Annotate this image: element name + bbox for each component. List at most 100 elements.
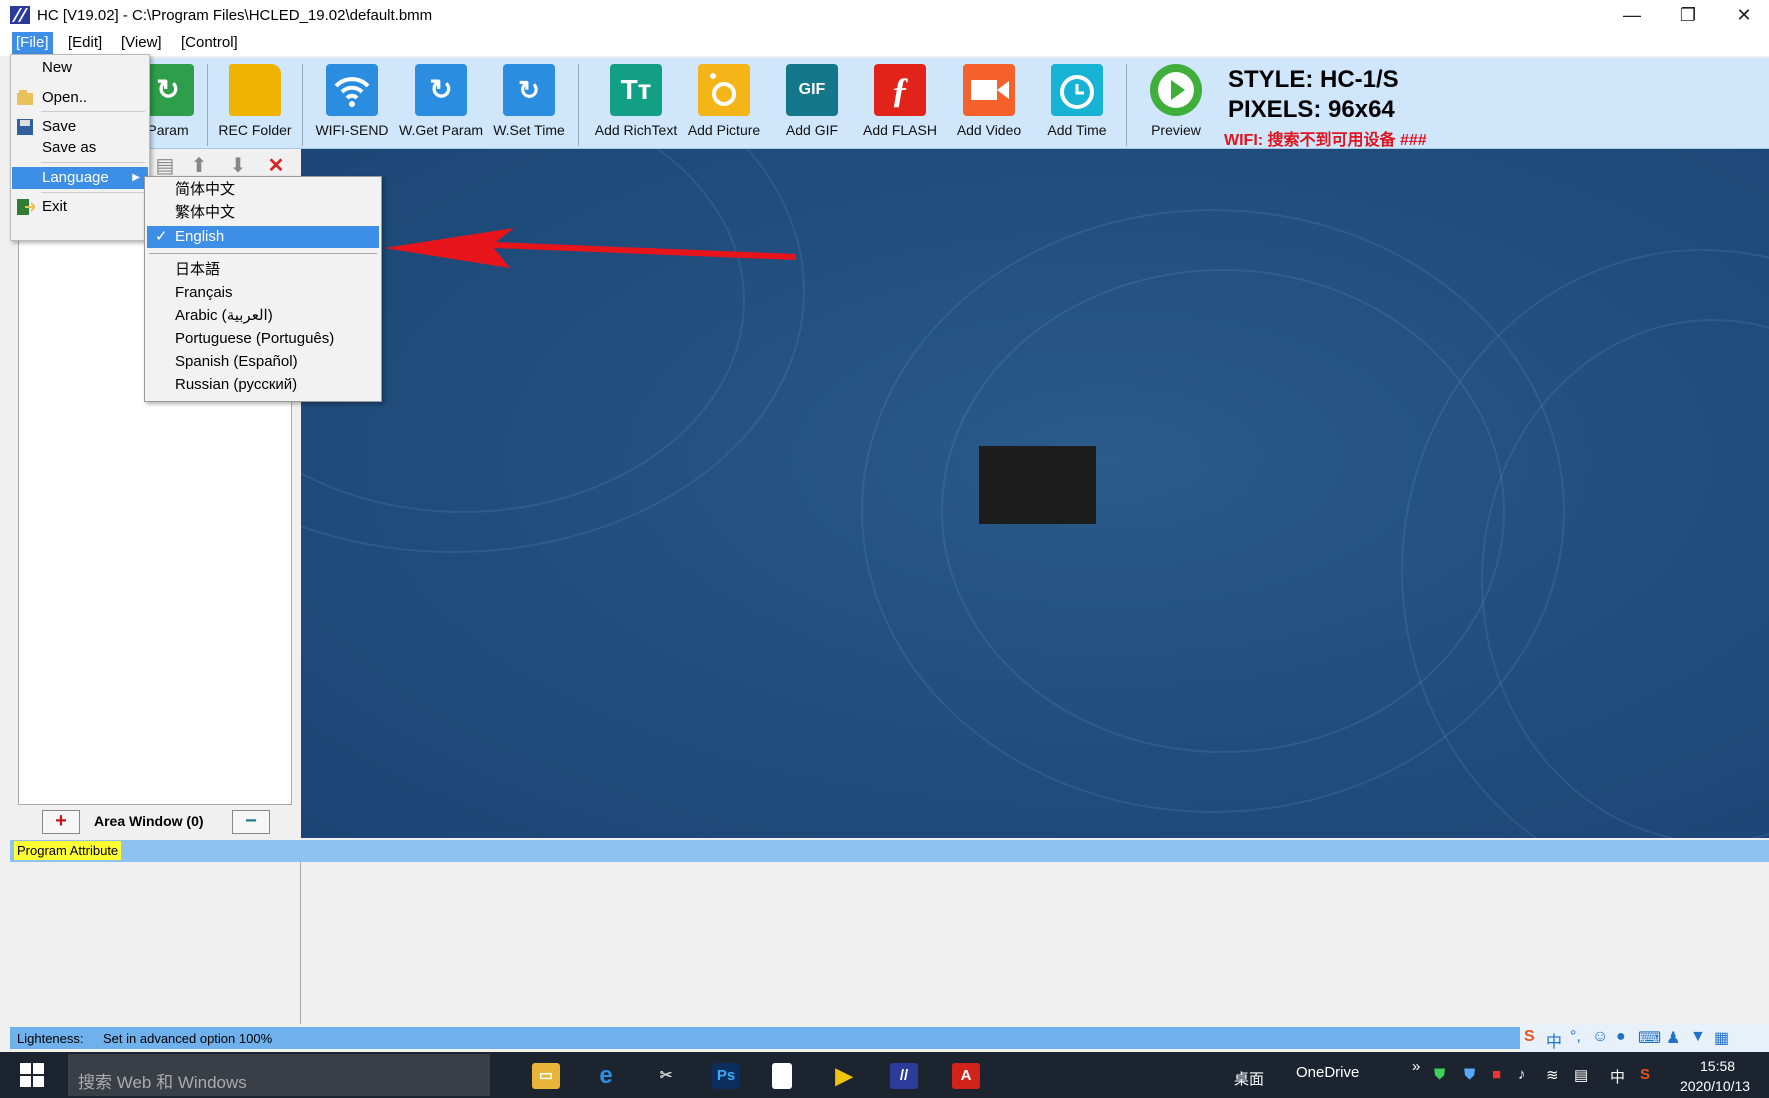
emoji-icon[interactable]: ☺ [1592,1028,1608,1046]
preview-button[interactable]: Preview [1134,64,1218,146]
security-icon[interactable]: ⛊ [1464,1066,1475,1083]
photoshop-icon[interactable]: Ps [712,1063,740,1089]
add-richtext-button[interactable]: Tт Add RichText [594,64,678,146]
wifi-send-button[interactable]: WIFI-SEND [310,64,394,146]
language-label: Français [175,284,233,301]
keyboard-icon[interactable]: ⌨ [1638,1028,1661,1048]
language-item-english[interactable]: ✓ English [147,226,379,248]
menu-item-open[interactable]: Open.. [12,87,148,109]
sogou-icon[interactable]: S [1524,1028,1535,1046]
clock-date[interactable]: 2020/10/13 [1680,1078,1750,1094]
shield-icon[interactable]: ⛊ [1434,1066,1445,1083]
volume-icon[interactable]: ♪ [1518,1066,1526,1083]
attribute-detail [301,862,1769,1024]
mic-icon[interactable]: ● [1616,1028,1626,1046]
program-attribute-tab[interactable]: Program Attribute [14,841,122,860]
add-flash-button[interactable]: ƒ Add FLASH [858,64,942,146]
add-picture-label: Add Picture [687,122,761,138]
language-item[interactable]: 繁体中文 [147,202,379,224]
add-time-button[interactable]: Add Time [1035,64,1119,146]
sogou-tray-icon[interactable]: S [1640,1066,1650,1083]
add-video-label: Add Video [956,122,1022,138]
windows-start-icon[interactable] [20,1063,44,1087]
menu-item-exit[interactable]: Exit [12,196,148,218]
menu-item-exit-label: Exit [42,198,68,215]
menu-control[interactable]: [Control] [177,32,242,54]
language-label: Russian (русский) [175,376,298,393]
rec-folder-button[interactable]: REC Folder [213,64,297,146]
file-menu-dropdown: New Open.. Save Save as Language ▶ Exit [10,54,150,241]
punctuation-icon[interactable]: °, [1570,1028,1581,1046]
lighteness-value: Set in advanced option 100% [103,1031,273,1046]
language-item[interactable]: Spanish (Español) [147,351,379,373]
preview-label: Preview [1151,122,1201,138]
menu-item-save-label: Save [42,118,77,135]
restore-button[interactable]: ❐ [1660,0,1716,30]
move-down-icon[interactable]: ⬇ [225,154,251,178]
desktop-toolbar-label[interactable]: 桌面 [1234,1068,1264,1089]
refresh-icon: ↻ [415,64,467,116]
menu-item-save-as-label: Save as [42,139,97,156]
menu-item-save[interactable]: Save [12,116,148,138]
style-info: STYLE: HC-1/S [1228,66,1399,93]
language-item[interactable]: Français [147,282,379,304]
notepad-icon[interactable] [772,1063,792,1089]
menu-item-new[interactable]: New [12,57,148,79]
add-area-button[interactable]: + [42,810,80,834]
menu-view[interactable]: [View] [117,32,166,54]
exit-icon [17,199,35,215]
menu-edit[interactable]: [Edit] [64,32,106,54]
language-item[interactable]: Russian (русский) [147,374,379,396]
language-item[interactable]: 日本語 [147,259,379,281]
grid-icon[interactable]: ▦ [1714,1028,1729,1048]
attribute-list [14,862,301,1024]
add-video-button[interactable]: Add Video [947,64,1031,146]
ime-toolbar: S 中 °, ☺ ● ⌨ ♟ ▼ ▦ [1520,1024,1769,1052]
rec-folder-label: REC Folder [218,122,292,138]
lighteness-label: Lighteness: [17,1031,84,1046]
language-submenu: 简体中文 繁体中文 ✓ English 日本語 Français Arabic … [144,176,382,402]
paste-icon[interactable]: ▤ [152,154,178,178]
add-gif-button[interactable]: GIF Add GIF [770,64,854,146]
onedrive-label[interactable]: OneDrive [1296,1064,1359,1081]
ime-indicator[interactable]: 中 [1610,1066,1625,1087]
add-picture-button[interactable]: Add Picture [682,64,766,146]
file-explorer-icon[interactable]: ▭ [532,1063,560,1089]
open-folder-icon [17,90,33,105]
minimize-button[interactable]: — [1604,0,1660,30]
snipping-tool-icon[interactable]: ✂ [652,1063,680,1089]
adobe-tray-icon[interactable]: ■ [1492,1066,1501,1083]
chevron-icon[interactable]: » [1412,1058,1420,1075]
notification-icon[interactable]: ▤ [1574,1066,1588,1084]
menu-item-new-label: New [42,59,73,76]
network-icon[interactable]: ≋ [1546,1066,1559,1084]
clock-time[interactable]: 15:58 [1700,1058,1735,1074]
timer-icon: ↻ [503,64,555,116]
window-title: HC [V19.02] - C:\Program Files\HCLED_19.… [37,7,433,24]
ime-chinese-icon[interactable]: 中 [1546,1028,1562,1052]
language-item[interactable]: 简体中文 [147,179,379,201]
internet-explorer-icon[interactable]: e [592,1063,620,1089]
language-label: Portuguese (Português) [175,330,335,347]
language-label: 日本語 [175,261,221,278]
w-set-time-button[interactable]: ↻ W.Set Time [487,64,571,146]
menu-item-save-as[interactable]: Save as [12,137,148,159]
hc-app-taskbar-icon[interactable]: // [890,1063,918,1089]
led-display-area[interactable] [979,446,1096,524]
media-player-icon[interactable]: ▶ [830,1063,858,1089]
acrobat-icon[interactable]: A [952,1063,980,1089]
w-get-param-button[interactable]: ↻ W.Get Param [399,64,483,146]
user-icon[interactable]: ♟ [1666,1028,1680,1048]
app-icon [10,6,30,24]
checkmark-icon: ✓ [155,228,168,245]
language-item[interactable]: Arabic (العربية) [147,305,379,327]
close-button[interactable]: ✕ [1716,0,1769,30]
menu-file[interactable]: [File] [12,32,53,54]
skin-icon[interactable]: ▼ [1690,1028,1706,1046]
menu-bar [0,30,1769,56]
remove-area-button[interactable]: − [232,810,270,834]
delete-icon[interactable]: ✕ [263,154,289,178]
menu-item-language[interactable]: Language ▶ [12,167,148,189]
move-up-icon[interactable]: ⬆ [186,154,212,178]
language-item[interactable]: Portuguese (Português) [147,328,379,350]
